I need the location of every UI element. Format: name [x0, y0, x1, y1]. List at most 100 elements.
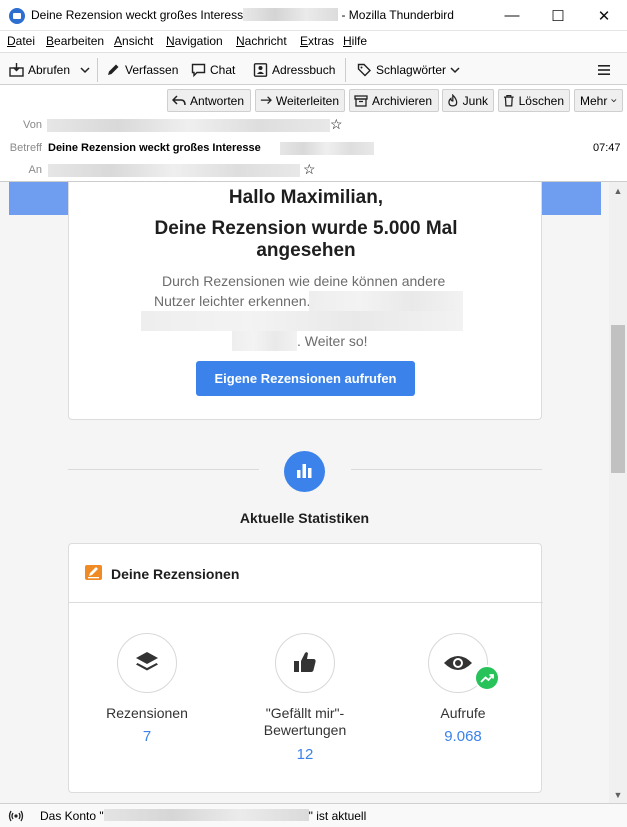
more-button[interactable]: Mehr	[574, 89, 623, 112]
menu-hilfe-mnemonic: H	[343, 34, 352, 48]
redacted-text	[141, 311, 463, 331]
redacted-sender	[47, 119, 330, 132]
chevron-down-icon	[611, 99, 617, 103]
stat-label-likes: "Gefällt mir"-Bewertungen	[263, 705, 347, 738]
abrufen-button[interactable]: Abrufen	[9, 59, 70, 80]
menu-datei[interactable]: Datei	[7, 34, 35, 48]
views-headline: Deine Rezension wurde 5.000 Mal angesehe…	[154, 218, 458, 261]
reviews-stats-card: Deine Rezensionen Rezensionen 7 "Gefällt…	[68, 543, 543, 793]
body-text-line2: Nutzer leichter erkennen.	[154, 293, 311, 309]
body-text-end: . Weiter so!	[297, 333, 368, 349]
stat-value-views[interactable]: 9.068	[398, 728, 528, 745]
stat-value-reviews[interactable]: 7	[82, 728, 212, 745]
adressbuch-button[interactable]: Adressbuch	[253, 59, 335, 80]
star-icon[interactable]: ☆	[303, 161, 316, 178]
menu-hilfe[interactable]: Hilfe	[343, 34, 367, 48]
junk-label: Junk	[462, 93, 488, 108]
chevron-down-icon	[450, 66, 460, 73]
to-label: An	[28, 164, 42, 176]
junk-button[interactable]: Junk	[442, 89, 494, 112]
reply-label: Antworten	[190, 93, 245, 108]
thunderbird-logo-icon	[9, 8, 25, 24]
chat-button[interactable]: Chat	[191, 59, 235, 80]
menu-ansicht-label: nsicht	[122, 34, 154, 48]
window-title-suffix: - Mozilla Thunderbird	[341, 8, 454, 22]
abrufen-label: Abrufen	[28, 62, 71, 77]
menu-datei-mnemonic: D	[7, 34, 16, 48]
stat-label-reviews: Rezensionen	[106, 705, 188, 721]
window-titlebar: Deine Rezension weckt großes Interess - …	[0, 0, 627, 31]
bar-chart-icon	[284, 451, 325, 492]
menu-navigation-mnemonic: N	[166, 34, 175, 48]
thumbs-up-icon	[275, 633, 335, 693]
subject-label: Betreff	[9, 142, 42, 154]
forward-arrow-icon	[260, 95, 272, 104]
abrufen-dropdown[interactable]	[80, 59, 90, 80]
message-body-view: Hallo Maximilian, Deine Rezension wurde …	[0, 182, 627, 803]
menu-ansicht[interactable]: Ansicht	[114, 34, 153, 48]
reply-button[interactable]: Antworten	[167, 89, 251, 112]
window-title-prefix: Deine Rezension weckt großes Interess	[31, 8, 244, 22]
archive-label: Archivieren	[372, 93, 433, 108]
redacted-title-part	[243, 8, 339, 21]
online-status-icon[interactable]	[8, 809, 24, 823]
menu-bearbeiten[interactable]: Bearbeiten	[46, 34, 104, 48]
message-time: 07:47	[593, 142, 621, 154]
scroll-down-arrow-icon[interactable]: ▼	[609, 786, 627, 803]
download-mail-icon	[9, 62, 24, 77]
schlagwoerter-button[interactable]: Schlagwörter	[357, 59, 460, 80]
menubar: Datei Bearbeiten Ansicht Navigation Nach…	[0, 31, 627, 52]
menu-extras[interactable]: Extras	[300, 34, 334, 48]
reviews-card-header: Deine Rezensionen	[69, 544, 543, 603]
forward-button[interactable]: Weiterleiten	[255, 89, 345, 112]
close-icon: ✕	[597, 7, 611, 25]
delete-button[interactable]: Löschen	[498, 89, 570, 112]
toolbar-separator	[97, 58, 98, 82]
section-divider-right	[351, 469, 542, 470]
flame-icon	[448, 94, 458, 107]
minimize-button[interactable]: —	[489, 0, 535, 31]
verfassen-label: Verfassen	[125, 62, 179, 77]
window-title: Deine Rezension weckt großes Interess - …	[31, 8, 454, 22]
menu-nachricht[interactable]: Nachricht	[236, 34, 287, 48]
toolbar-separator	[345, 58, 346, 82]
main-toolbar: Abrufen Verfassen Chat Adressbuch Schlag…	[0, 52, 627, 85]
address-book-icon	[253, 62, 268, 77]
menu-navigation[interactable]: Navigation	[166, 34, 223, 48]
subject-text: Deine Rezension weckt großes Interesse	[48, 142, 261, 154]
redacted-account	[103, 809, 309, 821]
review-pencil-icon	[85, 565, 102, 580]
stat-value-likes[interactable]: 12	[240, 746, 370, 763]
menu-extras-label: xtras	[308, 34, 335, 48]
menu-datei-label: atei	[15, 34, 36, 48]
close-button[interactable]: ✕	[581, 0, 627, 31]
status-message: Das Konto " " ist aktuell	[40, 809, 366, 823]
more-label: Mehr	[580, 93, 608, 108]
star-icon[interactable]: ☆	[330, 116, 343, 133]
menu-navigation-label: avigation	[174, 34, 223, 48]
vertical-scrollbar[interactable]: ▲ ▼	[609, 182, 627, 803]
menu-nachricht-mnemonic: N	[236, 34, 245, 48]
scroll-up-arrow-icon[interactable]: ▲	[609, 182, 627, 199]
greeting-heading: Hallo Maximilian,	[228, 187, 384, 208]
view-reviews-button[interactable]: Eigene Rezensionen aufrufen	[196, 361, 415, 396]
delete-label: Löschen	[518, 93, 564, 108]
menu-extras-mnemonic: E	[300, 34, 309, 48]
maximize-icon: ☐	[551, 7, 565, 25]
menu-bearbeiten-label: earbeiten	[54, 34, 105, 48]
redacted-text	[309, 291, 463, 311]
menu-hilfe-label: ilfe	[351, 34, 368, 48]
reply-arrow-icon	[172, 94, 186, 105]
maximize-button[interactable]: ☐	[535, 0, 581, 31]
trending-up-icon	[474, 665, 500, 691]
chat-label: Chat	[210, 62, 236, 77]
minimize-icon: —	[504, 7, 520, 24]
archive-box-icon	[354, 94, 368, 107]
status-bar: Das Konto " " ist aktuell	[0, 803, 627, 827]
hamburger-menu-icon	[598, 64, 610, 75]
scrollbar-thumb[interactable]	[611, 325, 625, 473]
archive-button[interactable]: Archivieren	[349, 89, 439, 112]
verfassen-button[interactable]: Verfassen	[106, 59, 178, 80]
section-divider-left	[68, 469, 259, 470]
app-menu-button[interactable]	[597, 59, 611, 80]
